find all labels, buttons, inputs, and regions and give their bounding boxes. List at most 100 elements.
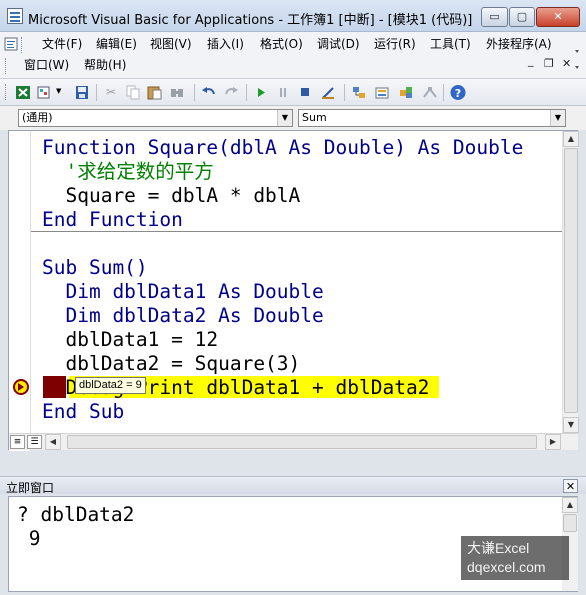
- mdi-close-button[interactable]: ✕: [562, 57, 571, 70]
- scroll-up-icon[interactable]: ▲: [563, 131, 579, 147]
- immediate-line[interactable]: ? dblData2: [17, 503, 134, 527]
- redo-icon[interactable]: [222, 84, 240, 101]
- toolbar-separator: [443, 84, 444, 101]
- code-token: dblData1 = 12: [42, 328, 219, 351]
- toolbar-overflow-handle[interactable]: [572, 36, 582, 74]
- mdi-minimize-button[interactable]: _: [528, 54, 534, 67]
- procedure-combo-row: (通用) ▼ Sum ▼: [0, 106, 586, 130]
- project-explorer-icon[interactable]: [350, 84, 368, 101]
- title-bar: Microsoft Visual Basic for Applications …: [0, 0, 586, 32]
- menu-addins[interactable]: 外接程序(A): [484, 36, 554, 52]
- scroll-up-icon[interactable]: ▲: [562, 497, 578, 513]
- immediate-line[interactable]: 9: [17, 527, 41, 551]
- toolbar-grip[interactable]: [5, 84, 8, 100]
- code-window-icon[interactable]: [4, 37, 18, 54]
- code-line[interactable]: Square = dblA * dblA: [42, 184, 300, 208]
- break-icon[interactable]: [274, 84, 292, 101]
- close-button[interactable]: ✕: [536, 7, 580, 27]
- immediate-close-button[interactable]: ✕: [563, 479, 578, 493]
- menu-edit[interactable]: 编辑(E): [94, 36, 139, 52]
- object-combo-value: (通用): [22, 111, 53, 124]
- toolbar-separator: [246, 84, 247, 101]
- design-mode-icon[interactable]: [320, 84, 338, 101]
- code-line[interactable]: Sub Sum(): [42, 256, 148, 280]
- menu-bar: 文件(F) 编辑(E) 视图(V) 插入(I) 格式(O) 调试(D) 运行(R…: [0, 32, 586, 78]
- menu-format[interactable]: 格式(O): [258, 36, 305, 52]
- menu-help[interactable]: 帮助(H): [82, 57, 128, 73]
- minimize-button[interactable]: ▭: [481, 7, 508, 27]
- code-horizontal-scrollbar[interactable]: ≡ ☰ ◀ ▶: [9, 433, 578, 450]
- excel-icon[interactable]: [14, 84, 32, 101]
- procedure-combo-value: Sum: [302, 111, 327, 124]
- menu-window[interactable]: 窗口(W): [22, 57, 71, 73]
- toolbar-separator: [96, 84, 97, 101]
- chevron-down-icon[interactable]: ▼: [277, 110, 292, 126]
- vba-app-icon: [7, 8, 23, 24]
- scroll-thumb[interactable]: [564, 148, 578, 413]
- insert-userform-icon[interactable]: [36, 84, 54, 101]
- reset-icon[interactable]: [296, 84, 314, 101]
- object-browser-icon[interactable]: [397, 84, 415, 101]
- paste-icon[interactable]: [146, 84, 164, 101]
- mdi-restore-button[interactable]: ❐: [544, 57, 554, 70]
- undo-icon[interactable]: [200, 84, 218, 101]
- code-line[interactable]: End Sub: [42, 400, 124, 424]
- scroll-left-icon[interactable]: ◀: [45, 434, 61, 450]
- menu-run[interactable]: 运行(R): [372, 36, 418, 52]
- code-line[interactable]: Dim dblData2 As Double: [42, 304, 324, 328]
- menu-debug[interactable]: 调试(D): [315, 36, 362, 52]
- code-token: '求给定数的平方: [42, 160, 214, 183]
- save-icon[interactable]: [73, 84, 91, 101]
- procedure-combo[interactable]: Sum ▼: [298, 109, 566, 127]
- execution-point-icon[interactable]: [13, 379, 29, 395]
- toolbar-separator: [344, 84, 345, 101]
- help-icon[interactable]: ?: [449, 84, 467, 101]
- code-token: Square = dblA * dblA: [42, 184, 301, 207]
- cut-icon[interactable]: ✂: [102, 84, 120, 101]
- menu-insert[interactable]: 插入(I): [205, 36, 246, 52]
- menu-file[interactable]: 文件(F): [40, 36, 84, 52]
- code-line[interactable]: dblData2 = Square(3): [42, 352, 300, 376]
- code-token: Sub Sum(): [42, 256, 148, 279]
- watermark-line1: 大谦Excel: [467, 540, 530, 556]
- code-vertical-scrollbar[interactable]: ▲ ▼: [562, 131, 579, 433]
- scroll-thumb[interactable]: [563, 514, 577, 532]
- chevron-down-icon[interactable]: ▼: [550, 110, 565, 126]
- procedure-view-icon[interactable]: ≡: [10, 435, 25, 449]
- code-token: dblData2 = Square(3): [42, 352, 301, 375]
- menu-grip[interactable]: [21, 37, 24, 53]
- full-module-view-icon[interactable]: ☰: [27, 435, 42, 449]
- svg-text:?: ?: [455, 87, 461, 100]
- code-window[interactable]: Function Square(dblA As Double) As Doubl…: [8, 130, 579, 451]
- code-line[interactable]: End Function: [42, 208, 183, 232]
- copy-icon[interactable]: [124, 84, 142, 101]
- toolbox-icon[interactable]: [421, 84, 439, 101]
- scroll-down-icon[interactable]: ▼: [563, 417, 579, 433]
- run-icon[interactable]: [252, 84, 270, 101]
- code-line[interactable]: dblData1 = 12: [42, 328, 218, 352]
- code-token: Function Square(dblA As Double) As Doubl…: [42, 136, 524, 159]
- data-tip: dblData2 = 9: [75, 377, 146, 394]
- toolbar-separator: [194, 84, 195, 101]
- scroll-thumb[interactable]: [67, 435, 537, 449]
- window-title: Microsoft Visual Basic for Applications …: [28, 13, 473, 28]
- watermark: 大谦Excel dqexcel.com: [461, 536, 569, 580]
- menu-view[interactable]: 视图(V): [148, 36, 194, 52]
- properties-icon[interactable]: [373, 84, 391, 101]
- code-line[interactable]: '求给定数的平方: [42, 160, 214, 184]
- code-line[interactable]: Function Square(dblA As Double) As Doubl…: [42, 136, 523, 160]
- find-icon[interactable]: [168, 84, 186, 101]
- immediate-window-title: 立即窗口: [6, 481, 55, 495]
- margin-indicator-bar[interactable]: [9, 131, 31, 451]
- chevron-down-icon[interactable]: ▼: [56, 87, 61, 95]
- maximize-button[interactable]: ▢: [509, 7, 535, 27]
- menu-grip-2[interactable]: [5, 58, 8, 74]
- menu-tools[interactable]: 工具(T): [428, 36, 473, 52]
- watermark-line2: dqexcel.com: [467, 559, 546, 575]
- scroll-right-icon[interactable]: ▶: [545, 434, 561, 450]
- code-token: Dim dblData2 As Double: [42, 304, 324, 327]
- object-combo[interactable]: (通用) ▼: [18, 109, 293, 127]
- code-token: End Function: [42, 208, 183, 231]
- code-line[interactable]: Dim dblData1 As Double: [42, 280, 323, 304]
- standard-toolbar: ▼ ✂ ?: [0, 78, 586, 106]
